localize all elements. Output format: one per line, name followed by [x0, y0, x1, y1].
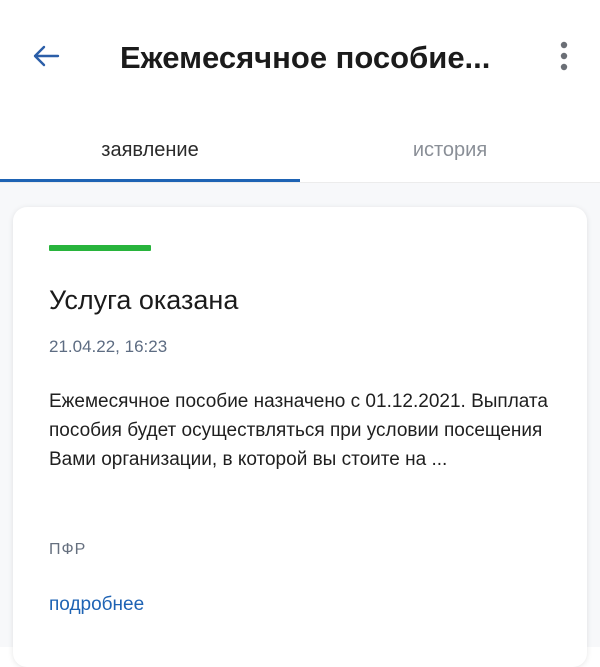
tab-history[interactable]: история: [300, 118, 600, 182]
more-menu-button[interactable]: [548, 36, 580, 76]
organization-label: ПФР: [49, 541, 87, 558]
status-date: 21.04.22, 16:23: [49, 337, 168, 356]
status-description: Ежемесячное пособие назначено с 01.12.20…: [49, 391, 548, 470]
status-indicator-bar: [49, 245, 151, 251]
back-button[interactable]: [26, 36, 66, 76]
more-vertical-icon: [560, 41, 568, 71]
application-status-card: Услуга оказана 21.04.22, 16:23 Ежемесячн…: [13, 207, 587, 667]
more-details-link[interactable]: подробнее: [49, 593, 144, 617]
status-title: Услуга оказана: [49, 285, 239, 315]
app-bar: Ежемесячное пособие...: [0, 0, 600, 118]
arrow-left-icon: [33, 45, 60, 67]
tab-application[interactable]: заявление: [0, 118, 300, 182]
tab-bar: заявление история: [0, 118, 600, 182]
page-title: Ежемесячное пособие...: [120, 40, 491, 75]
